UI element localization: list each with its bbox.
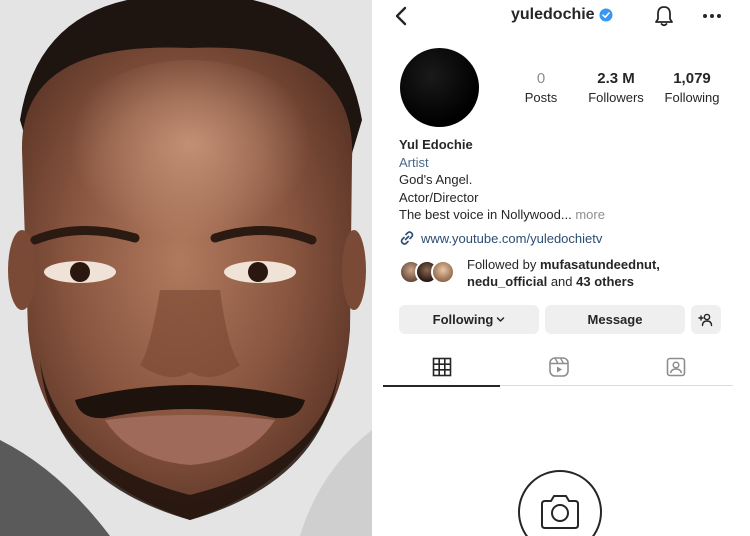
followed-by-and: and xyxy=(550,274,573,289)
more-dots-icon[interactable] xyxy=(699,4,725,28)
followed-by-user-2: nedu_official xyxy=(467,274,548,289)
chevron-down-icon xyxy=(497,317,505,322)
bio-more-link[interactable]: more xyxy=(575,207,605,222)
username: yuledochie xyxy=(511,6,595,23)
follower-avatar xyxy=(431,260,455,284)
followed-by-others: 43 others xyxy=(576,274,634,289)
following-button-label: Following xyxy=(432,312,494,327)
tab-tagged[interactable] xyxy=(617,348,734,386)
posts-stat[interactable]: 0 Posts xyxy=(520,70,562,107)
avatar[interactable] xyxy=(400,48,479,127)
display-name: Yul Edochie xyxy=(399,137,473,152)
verified-badge-icon xyxy=(599,8,613,22)
link-icon xyxy=(400,231,414,245)
followers-count: 2.3 M xyxy=(597,70,635,87)
followed-by-prefix: Followed by xyxy=(467,257,537,272)
face-photo xyxy=(0,0,372,536)
tab-reels[interactable] xyxy=(500,348,617,386)
message-button[interactable]: Message xyxy=(545,305,685,334)
username-header: yuledochie xyxy=(511,6,613,24)
bell-icon[interactable] xyxy=(653,4,675,28)
instagram-profile: yuledochie 0 Posts 2.3 M Followers 1,079… xyxy=(383,0,750,536)
following-count: 1,079 xyxy=(673,70,711,87)
following-stat[interactable]: 1,079 Following xyxy=(659,70,725,107)
bio-line-2: Actor/Director xyxy=(399,189,479,205)
tab-posts-grid[interactable] xyxy=(383,348,500,387)
grid-icon xyxy=(432,357,451,376)
followed-by-text: Followed by mufasatundeednut, nedu_offic… xyxy=(467,256,660,290)
camera-icon xyxy=(541,495,579,529)
top-bar: yuledochie xyxy=(383,0,750,34)
website-link-text: www.youtube.com/yuledochietv xyxy=(421,230,603,246)
category-label: Artist xyxy=(399,154,429,170)
chevron-left-icon[interactable] xyxy=(391,4,411,28)
posts-label: Posts xyxy=(524,90,558,105)
tagged-icon xyxy=(666,357,685,377)
bio-line-1: God's Angel. xyxy=(399,172,473,187)
profile-photo-closeup xyxy=(0,0,372,536)
posts-count: 0 xyxy=(536,70,546,87)
follower-facepile xyxy=(399,260,459,284)
website-link[interactable]: www.youtube.com/yuledochietv xyxy=(399,230,602,246)
bio: Yul Edochie Artist God's Angel. Actor/Di… xyxy=(399,136,729,224)
following-label: Following xyxy=(664,90,720,105)
profile-tabs xyxy=(383,348,734,387)
message-button-label: Message xyxy=(587,312,643,327)
followers-label: Followers xyxy=(588,90,644,105)
add-user-button[interactable] xyxy=(691,305,721,334)
followers-stat[interactable]: 2.3 M Followers xyxy=(583,70,649,107)
bio-line-3-wrap: The best voice in Nollywood... more xyxy=(399,206,729,224)
followed-by-user-1: mufasatundeednut, xyxy=(540,257,660,272)
reels-icon xyxy=(548,357,569,377)
no-posts-camera xyxy=(518,470,602,536)
bio-line-3: The best voice in Nollywood... xyxy=(399,207,572,222)
add-user-icon xyxy=(698,313,713,326)
following-button[interactable]: Following xyxy=(399,305,539,334)
